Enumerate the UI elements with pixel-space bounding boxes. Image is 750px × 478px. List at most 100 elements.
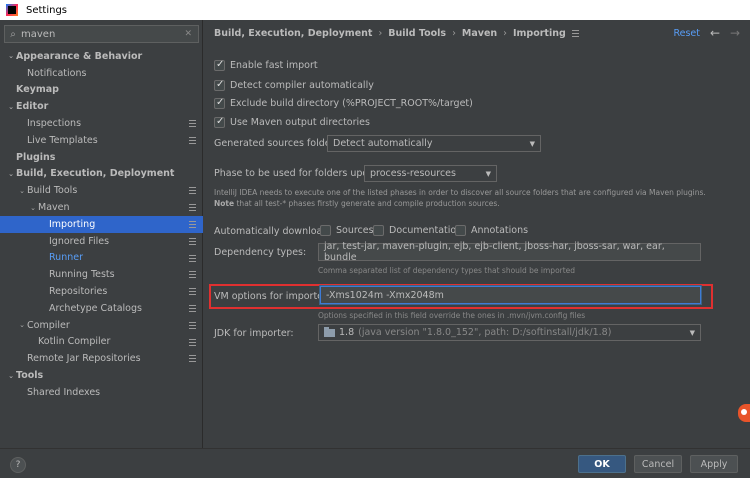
breadcrumb-item[interactable]: Maven [462,28,497,39]
generated-sources-label: Generated sources folders: [214,138,343,149]
chevron-down-icon[interactable]: ⌄ [6,372,16,380]
enable-fast-import-checkbox[interactable] [214,59,225,71]
project-settings-icon [189,304,196,312]
breadcrumb-item[interactable]: Build, Execution, Deployment [214,28,372,39]
chevron-down-icon[interactable]: ⌄ [6,52,16,60]
generated-sources-value: Detect automatically [333,138,433,149]
sidebar-item[interactable]: Remote Jar Repositories [0,350,203,367]
phase-note-bold: Note [214,199,235,208]
download-documentation-checkbox[interactable] [373,225,384,236]
sidebar-item[interactable]: Repositories [0,283,203,300]
enable-fast-import-option[interactable]: Enable fast import [214,59,318,71]
jdk-dropdown[interactable]: 1.8 (java version "1.8.0_152", path: D:/… [318,324,701,341]
project-settings-icon [189,204,196,212]
use-output-dirs-label: Use Maven output directories [230,117,370,128]
project-settings-icon [189,220,196,228]
sidebar-item[interactable]: Ignored Files [0,233,203,250]
sidebar-item-label: Maven [38,202,70,214]
download-annotations-option[interactable]: Annotations [455,225,528,236]
sidebar-item[interactable]: Inspections [0,115,203,132]
sidebar-item[interactable]: Importing [0,215,203,233]
sidebar-item-label: Ignored Files [49,235,110,247]
exclude-build-dir-option[interactable]: Exclude build directory (%PROJECT_ROOT%/… [214,97,473,109]
search-input[interactable] [21,28,171,40]
download-sources-option[interactable]: Sources [320,225,374,236]
phase-note-text: that all test-* phases firstly generate … [234,199,500,208]
sidebar-item-label: Notifications [27,67,87,79]
sidebar-item[interactable]: ⌄ Editor [0,98,203,115]
forward-arrow-icon[interactable]: → [730,26,740,40]
download-documentation-option[interactable]: Documentation [373,225,462,236]
sidebar-item[interactable]: ⌄ Build Tools [0,182,203,199]
chevron-down-icon[interactable]: ⌄ [6,170,16,178]
download-sources-checkbox[interactable] [320,225,331,236]
back-arrow-icon[interactable]: ← [710,26,720,40]
sidebar-item-label: Shared Indexes [27,386,101,398]
use-output-dirs-checkbox[interactable] [214,116,225,128]
use-output-dirs-option[interactable]: Use Maven output directories [214,116,370,128]
sidebar-item[interactable]: Runner [0,250,203,267]
ok-button[interactable]: OK [578,455,626,473]
sidebar-item[interactable]: ⌄ Maven [0,199,203,216]
sidebar-item-label: Plugins [16,151,56,163]
sidebar-item[interactable]: Shared Indexes [0,384,203,401]
chevron-right-icon: › [452,28,456,39]
sidebar-item[interactable]: Kotlin Compiler [0,334,203,351]
sidebar-item[interactable]: Notifications [0,65,203,82]
chevron-down-icon: ▼ [485,169,491,178]
vm-options-input[interactable]: -Xms1024m -Xmx2048m [320,286,701,304]
jdk-detail: (java version "1.8.0_152", path: D:/soft… [358,327,612,338]
detect-compiler-checkbox[interactable] [214,79,225,91]
project-settings-icon [189,271,196,279]
help-button[interactable]: ? [10,457,26,473]
chevron-down-icon[interactable]: ⌄ [28,204,38,212]
sidebar-item-label: Importing [49,218,96,230]
project-settings-icon [571,30,579,37]
exclude-build-dir-checkbox[interactable] [214,97,225,109]
detect-compiler-option[interactable]: Detect compiler automatically [214,79,374,91]
clear-search-icon[interactable]: ✕ [184,29,192,39]
vm-options-hint: Options specified in this field override… [318,311,586,320]
sidebar-item[interactable]: Live Templates [0,132,203,149]
download-annotations-checkbox[interactable] [455,225,466,236]
generated-sources-dropdown[interactable]: Detect automatically ▼ [327,135,541,152]
sidebar-item-label: Build, Execution, Deployment [16,168,175,180]
chevron-down-icon[interactable]: ⌄ [17,187,27,195]
jdk-label: JDK for importer: [214,328,294,339]
sidebar-item-label: Remote Jar Repositories [27,353,141,365]
dependency-types-label: Dependency types: [214,247,307,258]
breadcrumb-item: Importing [512,28,566,39]
reset-link[interactable]: Reset [673,28,700,39]
chevron-down-icon[interactable]: ⌄ [6,103,16,111]
window-title: Settings [26,4,68,16]
detect-compiler-label: Detect compiler automatically [230,80,374,91]
chevron-down-icon[interactable]: ⌄ [17,321,27,329]
sidebar-item-label: Repositories [49,286,108,298]
sidebar-item[interactable]: Plugins [0,149,203,166]
sidebar-item[interactable]: Archetype Catalogs [0,300,203,317]
cancel-button[interactable]: Cancel [634,455,682,473]
breadcrumb-item[interactable]: Build Tools [388,28,446,39]
sidebar-item[interactable]: Keymap [0,82,203,99]
download-documentation-label: Documentation [389,225,463,236]
notification-badge-icon[interactable] [738,404,750,422]
settings-sidebar: ⌕ ✕ ⌄Appearance & Behavior Notifications K… [0,20,203,448]
auto-download-label: Automatically download: [214,226,332,237]
settings-search[interactable]: ⌕ ✕ [4,25,199,43]
sidebar-item[interactable]: ⌄ Appearance & Behavior [0,48,203,65]
sidebar-item[interactable]: ⌄ Build, Execution, Deployment [0,166,203,183]
project-settings-icon [189,187,196,195]
apply-button[interactable]: Apply [690,455,738,473]
enable-fast-import-label: Enable fast import [230,60,318,71]
sidebar-item[interactable]: ⌄ Tools [0,367,203,384]
sidebar-item[interactable]: Running Tests [0,266,203,283]
dependency-types-input[interactable]: jar, test-jar, maven-plugin, ejb, ejb-cl… [318,241,701,263]
phase-dropdown[interactable]: process-resources ▼ [364,165,497,182]
jdk-value: 1.8 [339,327,355,338]
sidebar-item-label: Tools [16,370,44,382]
title-bar: Settings [0,0,750,20]
sidebar-item[interactable]: ⌄ Compiler [0,317,203,334]
phase-note-line-2: Note that all test-* phases firstly gene… [214,198,706,209]
project-settings-icon [189,120,196,128]
sidebar-item-label: Archetype Catalogs [49,302,142,314]
